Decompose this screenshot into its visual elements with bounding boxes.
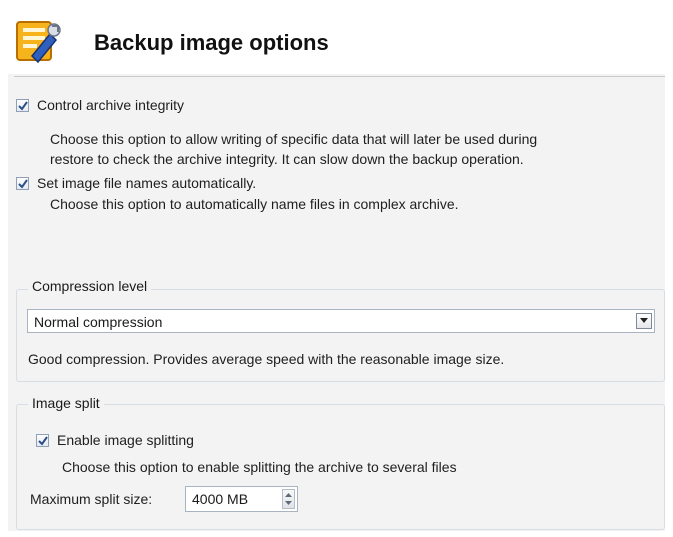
max-split-size-value: 4000 MB <box>192 491 249 507</box>
auto-names-checkbox[interactable] <box>16 177 29 190</box>
chevron-down-icon <box>640 318 648 323</box>
enable-splitting-description: Choose this option to enable splitting t… <box>62 459 457 475</box>
control-integrity-description-line2: restore to check the archive integrity. … <box>50 151 524 167</box>
compression-group <box>16 289 665 382</box>
options-panel: Backup image options Control archive int… <box>8 6 665 531</box>
compression-group-label: Compression level <box>28 278 152 294</box>
check-mark-icon <box>38 436 48 446</box>
compression-description: Good compression. Provides average speed… <box>28 351 505 367</box>
auto-names-description: Choose this option to automatically name… <box>50 196 459 212</box>
spin-down-icon[interactable] <box>285 499 292 507</box>
image-split-group-label: Image split <box>28 395 104 411</box>
check-mark-icon <box>18 101 28 111</box>
control-integrity-label[interactable]: Control archive integrity <box>37 97 184 113</box>
spin-buttons[interactable] <box>282 489 295 509</box>
header-divider <box>14 76 665 77</box>
check-mark-icon <box>18 179 28 189</box>
header: Backup image options <box>8 6 665 74</box>
control-integrity-checkbox[interactable] <box>16 99 29 112</box>
auto-names-label[interactable]: Set image file names automatically. <box>37 175 256 191</box>
page-title: Backup image options <box>94 30 329 55</box>
control-integrity-description-line1: Choose this option to allow writing of s… <box>50 131 538 147</box>
max-split-size-label: Maximum split size: <box>30 491 153 507</box>
enable-splitting-label[interactable]: Enable image splitting <box>57 432 194 448</box>
spin-up-icon[interactable] <box>285 491 292 499</box>
wizard-settings-icon <box>16 21 61 64</box>
compression-selected-value: Normal compression <box>34 314 163 330</box>
max-split-size-input[interactable]: 4000 MB <box>185 486 298 512</box>
compression-level-select[interactable]: Normal compression <box>27 309 655 333</box>
enable-splitting-checkbox[interactable] <box>36 434 49 447</box>
dropdown-button[interactable] <box>636 313 652 329</box>
